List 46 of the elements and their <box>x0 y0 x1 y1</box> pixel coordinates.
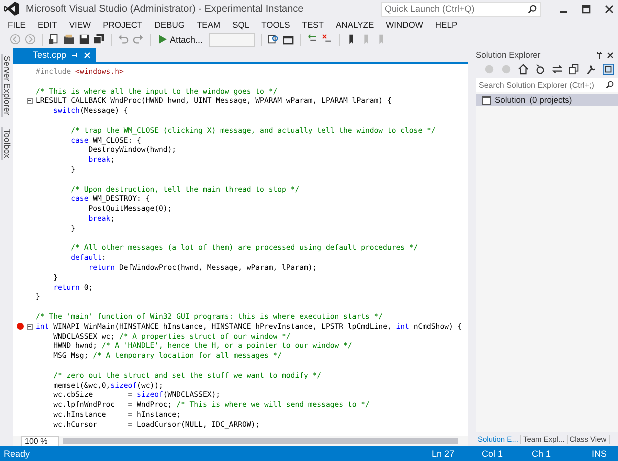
collapse-icon[interactable] <box>27 324 33 330</box>
search-field[interactable]: Search Solution Explorer (Ctrl+;) <box>476 78 618 92</box>
preview-icon[interactable] <box>603 64 614 74</box>
logo-icon <box>4 2 20 16</box>
copy-icon[interactable] <box>569 64 580 74</box>
menu-item[interactable]: TEST <box>296 20 330 30</box>
menu-item[interactable]: SQL <box>226 20 256 30</box>
maximize-icon[interactable] <box>582 4 591 14</box>
panel-title: Solution Explorer <box>476 50 542 60</box>
status-message: Ready <box>4 448 32 458</box>
collapse-icon[interactable] <box>27 98 33 104</box>
menu-item[interactable]: FILE <box>2 20 32 30</box>
menu-item[interactable]: HELP <box>429 20 464 30</box>
menu-item[interactable]: PROJECT <box>97 20 149 30</box>
breakpoint-icon[interactable] <box>16 323 24 330</box>
tree-item[interactable]: Solution (0 projects) <box>476 94 618 106</box>
character-number: Ch 1 <box>532 448 552 458</box>
quick-launch-field[interactable]: Quick Launch (Ctrl+Q) <box>381 2 541 16</box>
open-folder-icon[interactable] <box>64 34 75 45</box>
close-icon[interactable] <box>605 4 614 14</box>
menu-item[interactable]: DEBUG <box>148 20 191 30</box>
menu-item[interactable]: VIEW <box>63 20 98 30</box>
new-item-icon[interactable] <box>49 34 60 45</box>
menu-item[interactable]: ANALYZE <box>330 20 380 30</box>
window-title: Microsoft Visual Studio (Administrator) - Experimental Instance <box>26 4 305 14</box>
save-all-icon[interactable] <box>94 34 105 45</box>
close-icon[interactable] <box>607 52 614 58</box>
column-number: Col 1 <box>482 448 504 458</box>
zoom-dropdown[interactable]: 100 % <box>21 436 59 446</box>
insert-mode: INS <box>592 448 608 458</box>
menu-item[interactable]: TEAM <box>190 20 227 30</box>
menu-item[interactable]: EDIT <box>32 20 64 30</box>
solution-icon <box>482 96 491 104</box>
pin-icon[interactable] <box>596 52 603 58</box>
search-icon <box>606 81 614 89</box>
home-icon[interactable] <box>518 64 529 74</box>
save-icon[interactable] <box>79 34 90 45</box>
uncomment-icon[interactable] <box>322 34 334 45</box>
menu-item[interactable]: TOOLS <box>256 20 296 30</box>
search-icon <box>528 4 537 14</box>
play-icon <box>159 35 167 44</box>
menu-item[interactable]: WINDOW <box>380 20 430 30</box>
wrench-icon[interactable] <box>586 64 597 74</box>
window-icon[interactable] <box>283 34 294 45</box>
line-number: Ln 27 <box>432 448 456 458</box>
attach-button[interactable]: Attach... <box>157 34 206 46</box>
